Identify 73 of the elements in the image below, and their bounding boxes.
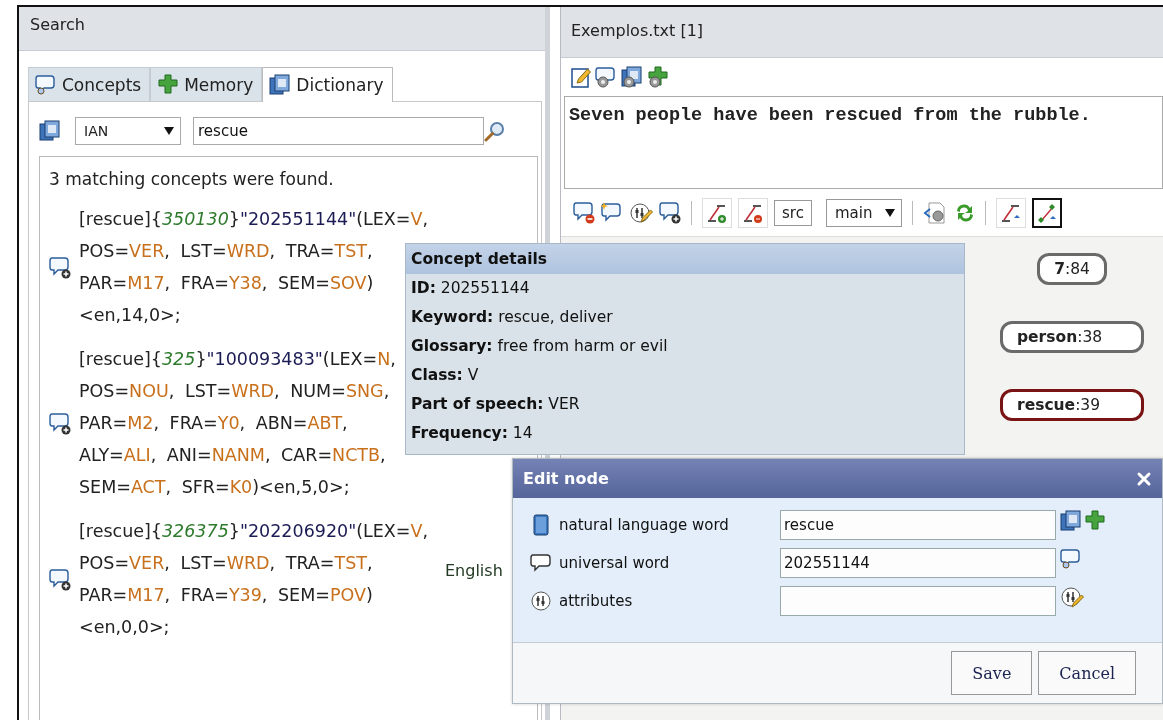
speech-bubble-icon[interactable] (595, 66, 617, 88)
toolbar-button[interactable] (1031, 197, 1062, 228)
graph-node[interactable]: 7:84 (1037, 253, 1107, 285)
puzzle-icon[interactable] (647, 66, 669, 88)
language-label: English (445, 560, 503, 582)
panel-title: Search (30, 14, 85, 36)
add-comment-icon[interactable] (659, 201, 681, 224)
field-label: attributes (559, 592, 633, 610)
concept-text-line: PAR=M17, FRA=Y38, SEM=SOV) (79, 272, 374, 295)
layer-select[interactable]: main (825, 198, 902, 227)
book-stack-icon[interactable] (621, 66, 643, 88)
speech-bubble-icon (530, 553, 552, 573)
close-icon[interactable] (1136, 470, 1152, 487)
book-stack-icon[interactable] (1060, 510, 1082, 532)
document-title: Exemplos.txt [1] (571, 20, 704, 42)
dictionary-select[interactable]: IAN (75, 117, 181, 145)
puzzle-icon (157, 73, 180, 96)
concept-text-line: [rescue]{325}"100093483"(LEX=N, (79, 348, 396, 371)
detail-text: Class: V (411, 365, 479, 386)
detail-text: Part of speech: VER (411, 394, 580, 415)
cancel-button[interactable]: Cancel (1038, 651, 1136, 695)
puzzle-icon[interactable] (1084, 510, 1106, 532)
code-gear-icon[interactable] (922, 200, 947, 225)
concept-text-line: PAR=M17, FRA=Y39, SEM=POV) (79, 584, 373, 607)
concept-text-line: <en,0,0>; (79, 616, 170, 639)
detail-text: Frequency: 14 (411, 423, 533, 444)
sliders-pencil-icon[interactable] (629, 201, 653, 224)
book-stack-icon (269, 74, 292, 96)
save-button[interactable]: Save (951, 651, 1033, 695)
concept-text-line: POS=NOU, LST=WRD, NUM=SNG, (79, 380, 390, 403)
edit-icon[interactable] (571, 66, 591, 88)
speech-bubble-icon (35, 73, 57, 96)
concept-text-line: <en,14,0>; (79, 304, 181, 327)
popup-title: Concept details (406, 244, 964, 274)
text-area[interactable]: Seven people have been rescued from the rubble. (564, 96, 1163, 189)
detail-text: ID: 202551144 (411, 278, 530, 299)
search-icon[interactable] (484, 120, 505, 142)
concept-text-line: POS=VER, LST=WRD, TRA=TST, (79, 240, 373, 263)
input-field[interactable] (780, 586, 1056, 616)
concept-text-line: POS=VER, LST=WRD, TRA=TST, (79, 552, 373, 575)
tab[interactable]: Dictionary (262, 67, 393, 102)
src-button[interactable]: src (774, 199, 812, 226)
sliders-pencil-icon[interactable] (1060, 586, 1086, 610)
result-summary: 3 matching concepts were found. (49, 168, 334, 191)
remove-link-button[interactable] (738, 197, 768, 228)
remove-comment-icon[interactable] (573, 201, 595, 224)
dialog-title: Edit node (523, 469, 609, 488)
input-field[interactable]: rescue (780, 510, 1056, 540)
dropdown-arrow-icon (884, 208, 895, 217)
detail-text: Glossary: free from harm or evil (411, 336, 668, 357)
concept-text-line: [rescue]{326375}"202206920"(LEX=V, (79, 520, 429, 543)
tab[interactable]: Concepts (28, 67, 151, 101)
book-icon (532, 514, 550, 536)
concept-text-line: PAR=M2, FRA=Y0, ABN=ABT, (79, 412, 348, 435)
dropdown-arrow-icon (164, 127, 174, 135)
add-link-button[interactable] (702, 197, 732, 228)
new-comment-icon[interactable] (601, 201, 623, 224)
sliders-icon (530, 590, 552, 612)
input-field[interactable]: 202551144 (780, 548, 1056, 578)
concept-text-line: [rescue]{350130}"202551144"(LEX=V, (79, 208, 429, 231)
field-label: universal word (559, 554, 670, 572)
detail-text: Keyword: rescue, deliver (411, 307, 613, 328)
graph-node[interactable]: person:38 (1000, 321, 1144, 353)
add-comment-icon[interactable] (49, 255, 71, 279)
concept-text-line: ALY=ALI, ANI=NANM, CAR=NCTB, (79, 444, 386, 467)
search-field[interactable]: rescue (193, 117, 484, 145)
add-comment-icon[interactable] (49, 567, 71, 591)
graph-node[interactable]: rescue:39 (1000, 389, 1144, 421)
tab[interactable]: Memory (150, 67, 263, 101)
add-comment-icon[interactable] (49, 411, 71, 435)
field-label: natural language word (559, 516, 729, 534)
concept-text-line: SEM=ACT, SFR=K0)<en,5,0>; (79, 476, 350, 499)
book-stack-icon[interactable] (39, 120, 61, 142)
